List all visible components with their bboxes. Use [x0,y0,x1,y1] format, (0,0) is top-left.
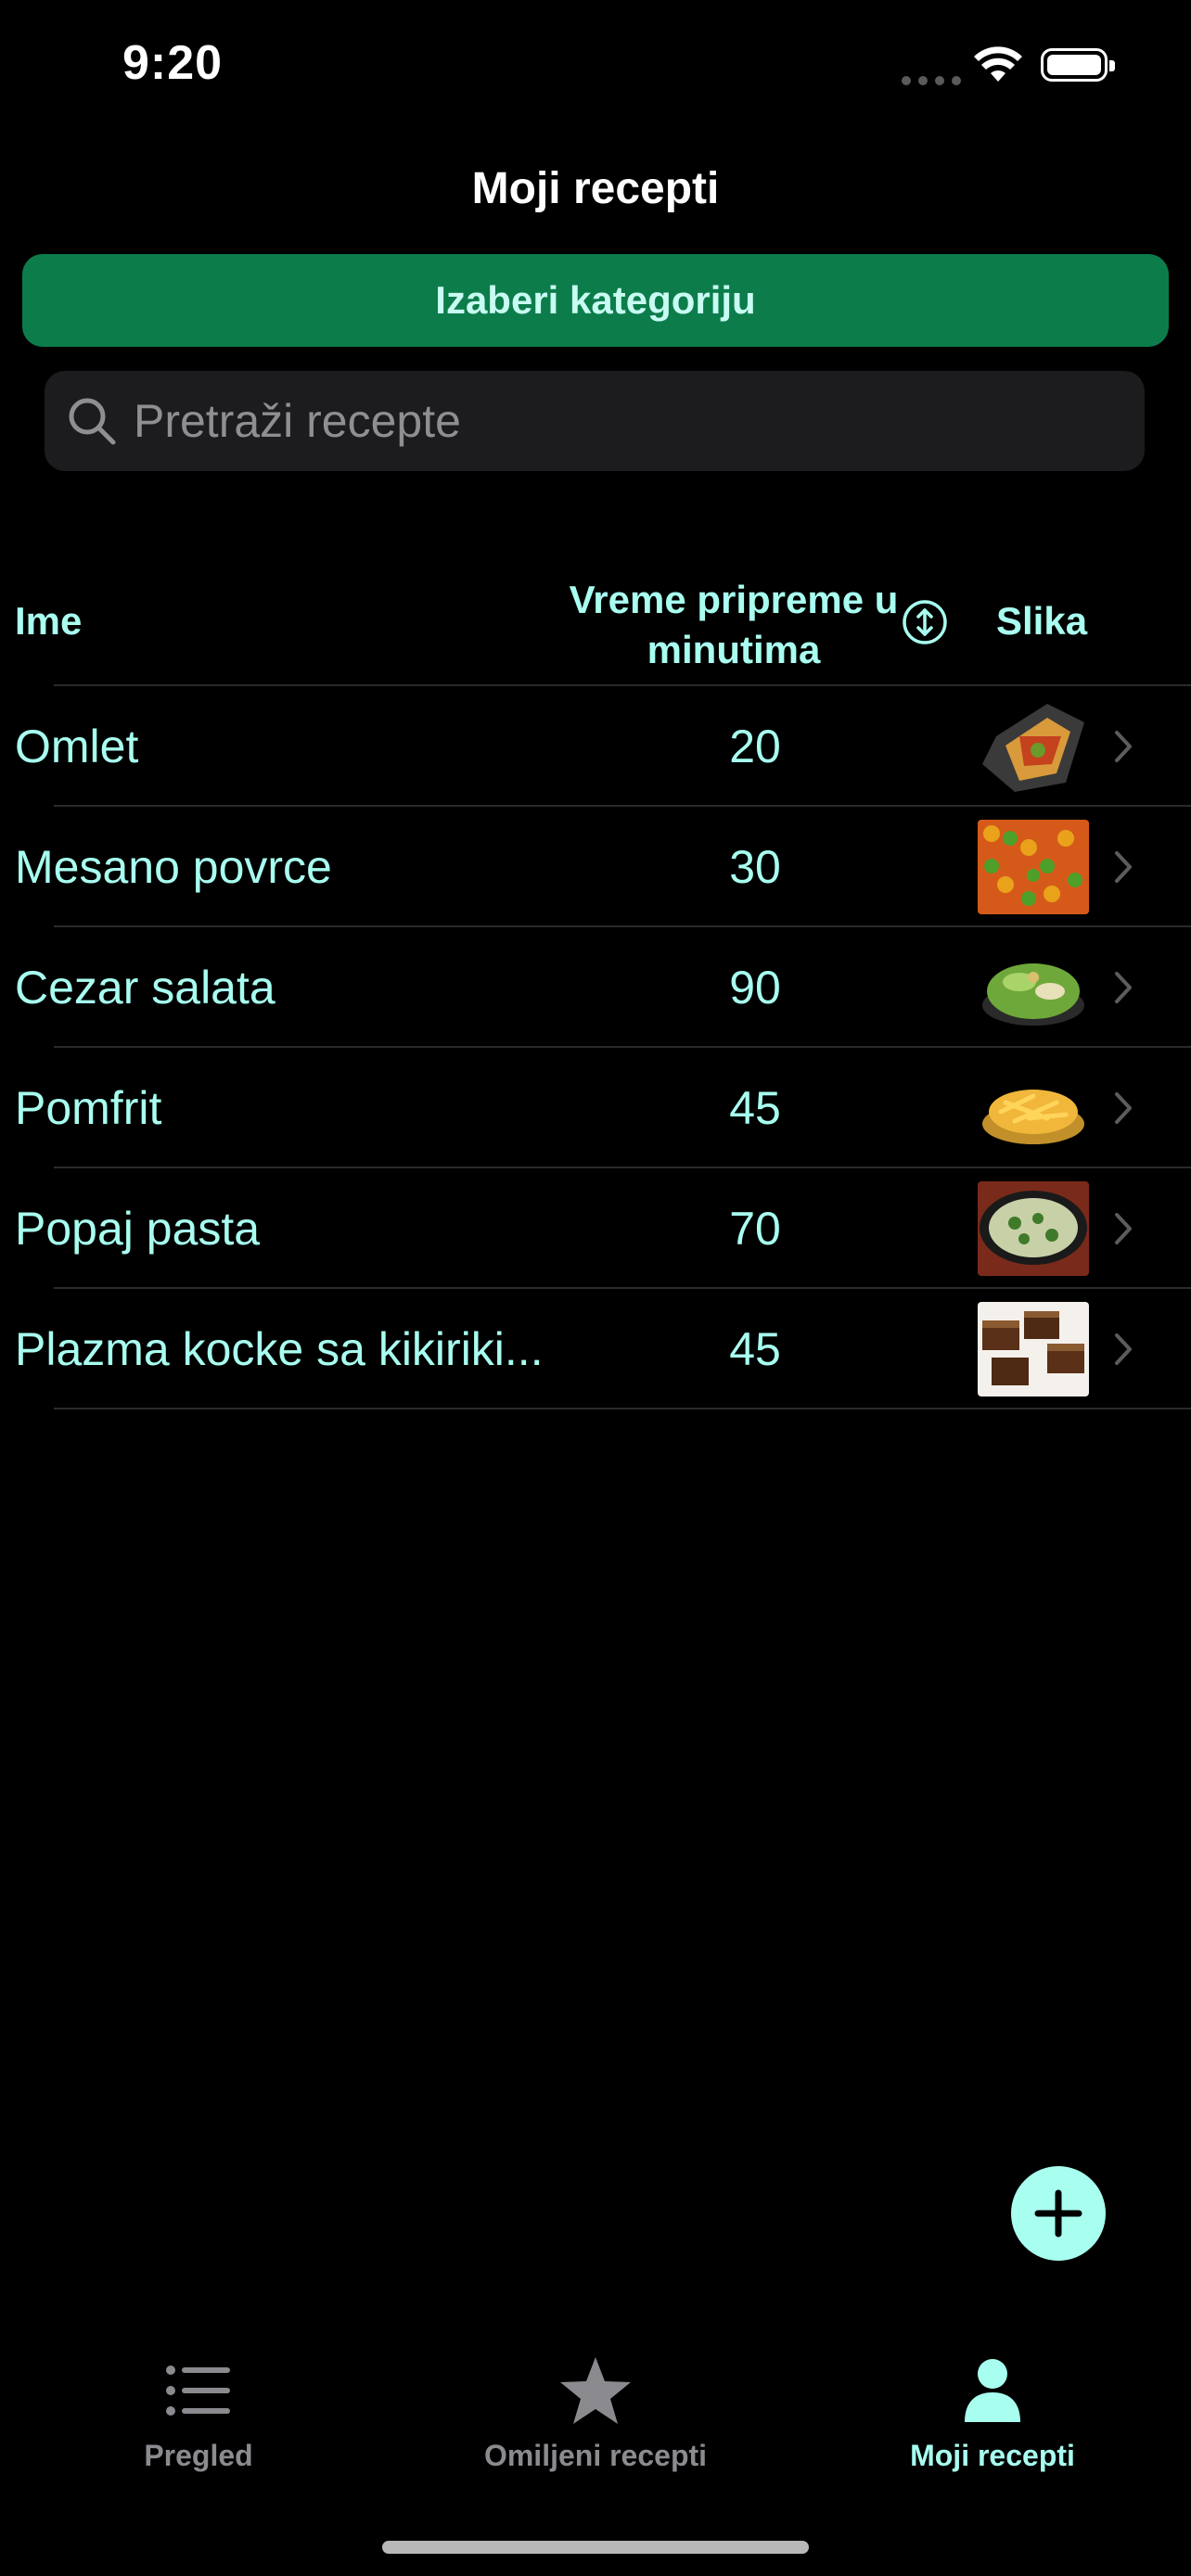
table-row[interactable]: Cezar salata 90 [0,927,1191,1048]
table-row[interactable]: Popaj pasta 70 [0,1168,1191,1289]
recipe-image [978,1181,1089,1276]
chevron-right-icon [1115,1333,1132,1365]
recipe-name: Mesano povrce [15,841,332,893]
page-title: Moji recepti [471,164,720,213]
recipe-image [978,1061,1089,1155]
recipe-name: Plazma kocke sa kikiriki... [15,1323,544,1375]
table-row[interactable]: Plazma kocke sa kikiriki... 45 [0,1289,1191,1409]
recipe-time: 45 [729,1082,781,1134]
recipe-image [978,699,1089,794]
recipe-image [978,820,1089,914]
search-input[interactable]: Pretraži recepte [45,371,1145,471]
tab-favorites[interactable]: Omiljeni recepti [397,2355,794,2473]
battery-icon [1041,48,1115,82]
choose-category-button[interactable]: Izaberi kategoriju [22,254,1169,347]
recipe-time: 45 [729,1323,781,1375]
chevron-right-icon [1115,1213,1132,1244]
recipe-name: Omlet [15,721,139,772]
recipe-time: 90 [729,962,781,1014]
tab-my-recipes[interactable]: Moji recepti [794,2355,1191,2473]
chevron-right-icon [1115,851,1132,883]
cellular-signal-icon [902,76,961,85]
chevron-right-icon [1115,972,1132,1003]
search-icon [69,398,116,445]
table-row[interactable]: Mesano povrce 30 [0,807,1191,927]
chevron-right-icon [1115,731,1132,762]
recipe-image [978,1302,1089,1396]
recipe-time: 30 [729,841,781,893]
tab-label: Moji recepti [910,2439,1075,2472]
recipe-name: Pomfrit [15,1082,162,1134]
tab-label: Omiljeni recepti [483,2439,708,2472]
recipe-image [978,940,1089,1035]
recipe-name: Cezar salata [15,962,275,1014]
table-row[interactable]: Omlet 20 [0,686,1191,807]
search-placeholder: Pretraži recepte [134,395,461,447]
column-header-time: Vreme pripreme u minutima [569,578,899,671]
tab-label: Pregled [144,2439,253,2472]
star-icon [560,2357,631,2424]
add-recipe-button[interactable] [1011,2166,1106,2261]
chevron-right-icon [1115,1092,1132,1124]
tab-overview[interactable]: Pregled [0,2355,397,2473]
divider [54,1408,1191,1409]
home-indicator [382,2541,809,2554]
recipe-name: Popaj pasta [15,1203,261,1255]
column-header-image: Slika [996,599,1088,643]
plus-icon [1034,2189,1082,2238]
recipe-time: 70 [729,1203,781,1255]
person-icon [965,2359,1020,2422]
status-time: 9:20 [122,36,224,90]
column-header-name: Ime [15,599,83,643]
wifi-icon [974,46,1022,82]
recipe-time: 20 [729,721,781,772]
table-row[interactable]: Pomfrit 45 [0,1048,1191,1168]
sort-icon[interactable] [902,599,948,645]
list-icon [166,2366,230,2416]
